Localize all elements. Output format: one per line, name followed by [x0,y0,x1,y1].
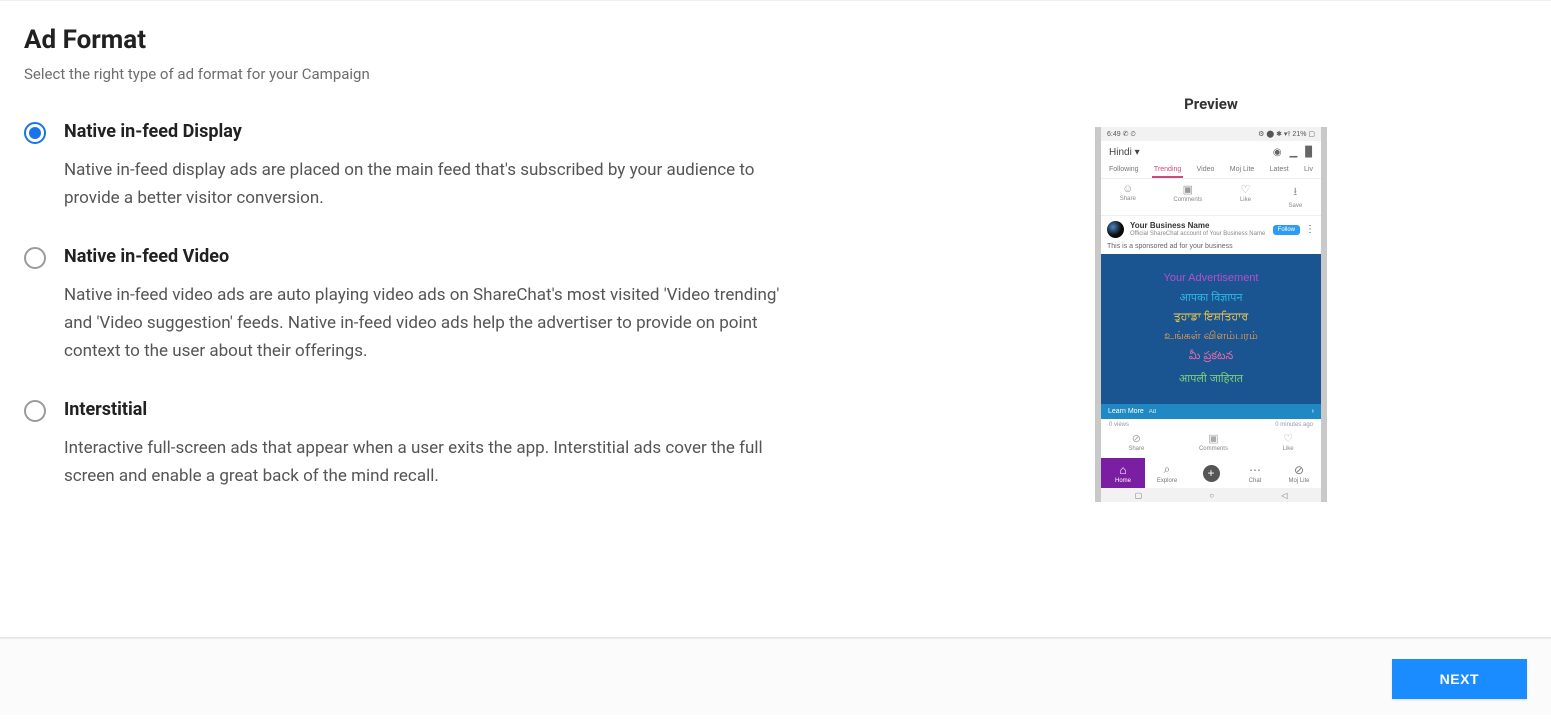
business-subtext: Official ShareChat account of Your Busin… [1130,231,1265,238]
save-icon: ⭳ [1289,183,1303,202]
radio-native-display[interactable] [24,122,46,144]
post-titles: Your Business Name Official ShareChat ac… [1130,222,1265,237]
chat-icon: ⋯ [1249,463,1261,477]
avatar [1107,221,1124,238]
views-text: 0 views [1109,422,1129,428]
cta-bar: Learn More Ad › [1101,404,1321,419]
tab-following: Following [1107,163,1141,178]
shortcut-comments: ▣Comments [1173,183,1202,209]
engage-comments: ▣Comments [1199,432,1228,452]
comments-icon: ▣ [1199,432,1228,445]
status-left: 6:49 ✆ ⏲ [1107,130,1136,139]
option-body: Native in-feed Video Native in-feed vide… [64,246,984,365]
page-subtitle: Select the right type of ad format for y… [24,65,984,83]
tab-latest: Latest [1268,163,1291,178]
tab-mojlite: Moj Lite [1228,163,1257,178]
option-native-display[interactable]: Native in-feed Display Native in-feed di… [24,121,984,212]
nav-create: + [1189,458,1233,488]
comments-icon: ▣ [1173,183,1202,196]
phone-screen: 6:49 ✆ ⏲ ⚙ ⬤ ✱ ▾⫯ 21% ▢ Hindi ▾ ◉ ▁ ▉ [1101,127,1321,502]
cta-ad-tag: Ad [1149,409,1156,415]
more-icon: ⋮ [1305,225,1315,235]
sponsored-text: This is a sponsored ad for your business [1101,243,1321,254]
option-interstitial[interactable]: Interstitial Interactive full-screen ads… [24,399,984,490]
nav-home: ⌂Home [1101,458,1145,488]
tab-trending: Trending [1152,163,1183,178]
nav-mojlite: ⊘Moj Lite [1277,458,1321,488]
profile-icon: ▉ [1305,147,1313,158]
option-description: Interactive full-screen ads that appear … [64,434,784,490]
ad-creative: Your Advertisement आपका विज्ञापन ਤੁਹਾਡਾ … [1101,254,1321,404]
nav-chat: ⋯Chat [1233,458,1277,488]
chevron-right-icon: › [1312,408,1314,415]
home-circle-icon: ○ [1209,491,1214,500]
options-column: Ad Format Select the right type of ad fo… [24,25,984,637]
option-title: Native in-feed Display [64,121,984,142]
top-icons: ◉ ▁ ▉ [1273,147,1313,158]
recent-icon: ▢ [1135,491,1143,500]
follow-button: Follow [1273,225,1300,235]
shortcut-share: ☺Share [1120,183,1136,209]
option-body: Interstitial Interactive full-screen ads… [64,399,984,490]
ad-format-page: Ad Format Select the right type of ad fo… [0,0,1551,638]
app-top-bar: Hindi ▾ ◉ ▁ ▉ [1101,141,1321,163]
heart-icon: ♡ [1283,432,1294,445]
chevron-down-icon: ▾ [1135,147,1140,158]
preview-column: Preview 6:49 ✆ ⏲ ⚙ ⬤ ✱ ▾⫯ 21% ▢ Hindi ▾ … [1016,25,1406,637]
radio-native-video[interactable] [24,247,46,269]
heart-icon: ♡ [1240,183,1251,196]
engage-icons: ⊘Share ▣Comments ♡Like [1101,430,1321,458]
shortcut-like: ♡Like [1240,183,1251,209]
moj-icon: ⊘ [1294,463,1304,477]
plus-icon: + [1203,465,1220,482]
engage-like: ♡Like [1283,432,1294,452]
engage-meta: 0 views 0 minutes ago [1101,419,1321,430]
footer: NEXT [0,638,1551,715]
ad-line-6: आपली जाहिरात [1105,371,1317,386]
tab-live: Liv [1302,163,1315,178]
ad-line-1: Your Advertisement [1105,272,1317,284]
status-right: ⚙ ⬤ ✱ ▾⫯ 21% ▢ [1258,130,1315,139]
radio-interstitial[interactable] [24,400,46,422]
post-header: Your Business Name Official ShareChat ac… [1101,216,1321,243]
option-description: Native in-feed video ads are auto playin… [64,281,784,365]
time-text: 0 minutes ago [1275,422,1313,428]
business-name: Your Business Name [1130,222,1265,231]
shortcut-row: ☺Share ▣Comments ♡Like ⭳Save [1101,179,1321,216]
system-nav: ▢ ○ ◁ [1101,488,1321,502]
page-title: Ad Format [24,25,984,55]
coin-icon: ◉ [1273,147,1282,158]
back-icon: ◁ [1281,491,1287,500]
ad-line-2: आपका विज्ञापन [1105,290,1317,305]
option-body: Native in-feed Display Native in-feed di… [64,121,984,212]
bottom-nav: ⌂Home ⌕Explore + ⋯Chat ⊘Moj Lite [1101,458,1321,488]
option-description: Native in-feed display ads are placed on… [64,156,784,212]
nav-explore: ⌕Explore [1145,458,1189,488]
ad-line-5: మీ ప్రకటన [1105,350,1317,365]
search-icon: ⌕ [1164,462,1171,477]
ad-line-4: உங்கள் விளம்பரம் [1105,330,1317,344]
language-selector: Hindi ▾ [1109,147,1140,158]
phone-preview: 6:49 ✆ ⏲ ⚙ ⬤ ✱ ▾⫯ 21% ▢ Hindi ▾ ◉ ▁ ▉ [1095,127,1327,502]
cta-label: Learn More [1108,408,1144,415]
feed-tabs: Following Trending Video Moj Lite Latest… [1101,163,1321,179]
option-title: Native in-feed Video [64,246,984,267]
next-button[interactable]: NEXT [1392,659,1527,699]
preview-label: Preview [1016,95,1406,113]
share-icon: ⊘ [1128,432,1144,445]
ad-line-3: ਤੁਹਾਡਾ ਇਸ਼ਤਿਹਾਰ [1105,311,1317,324]
status-bar: 6:49 ✆ ⏲ ⚙ ⬤ ✱ ▾⫯ 21% ▢ [1101,127,1321,141]
engage-share: ⊘Share [1128,432,1144,452]
tab-video: Video [1195,163,1217,178]
option-title: Interstitial [64,399,984,420]
notification-icon: ▁ [1290,147,1298,158]
language-label: Hindi [1109,147,1132,158]
shortcut-save: ⭳Save [1289,183,1303,209]
option-native-video[interactable]: Native in-feed Video Native in-feed vide… [24,246,984,365]
whatsapp-icon: ☺ [1120,183,1136,195]
home-icon: ⌂ [1119,463,1126,477]
